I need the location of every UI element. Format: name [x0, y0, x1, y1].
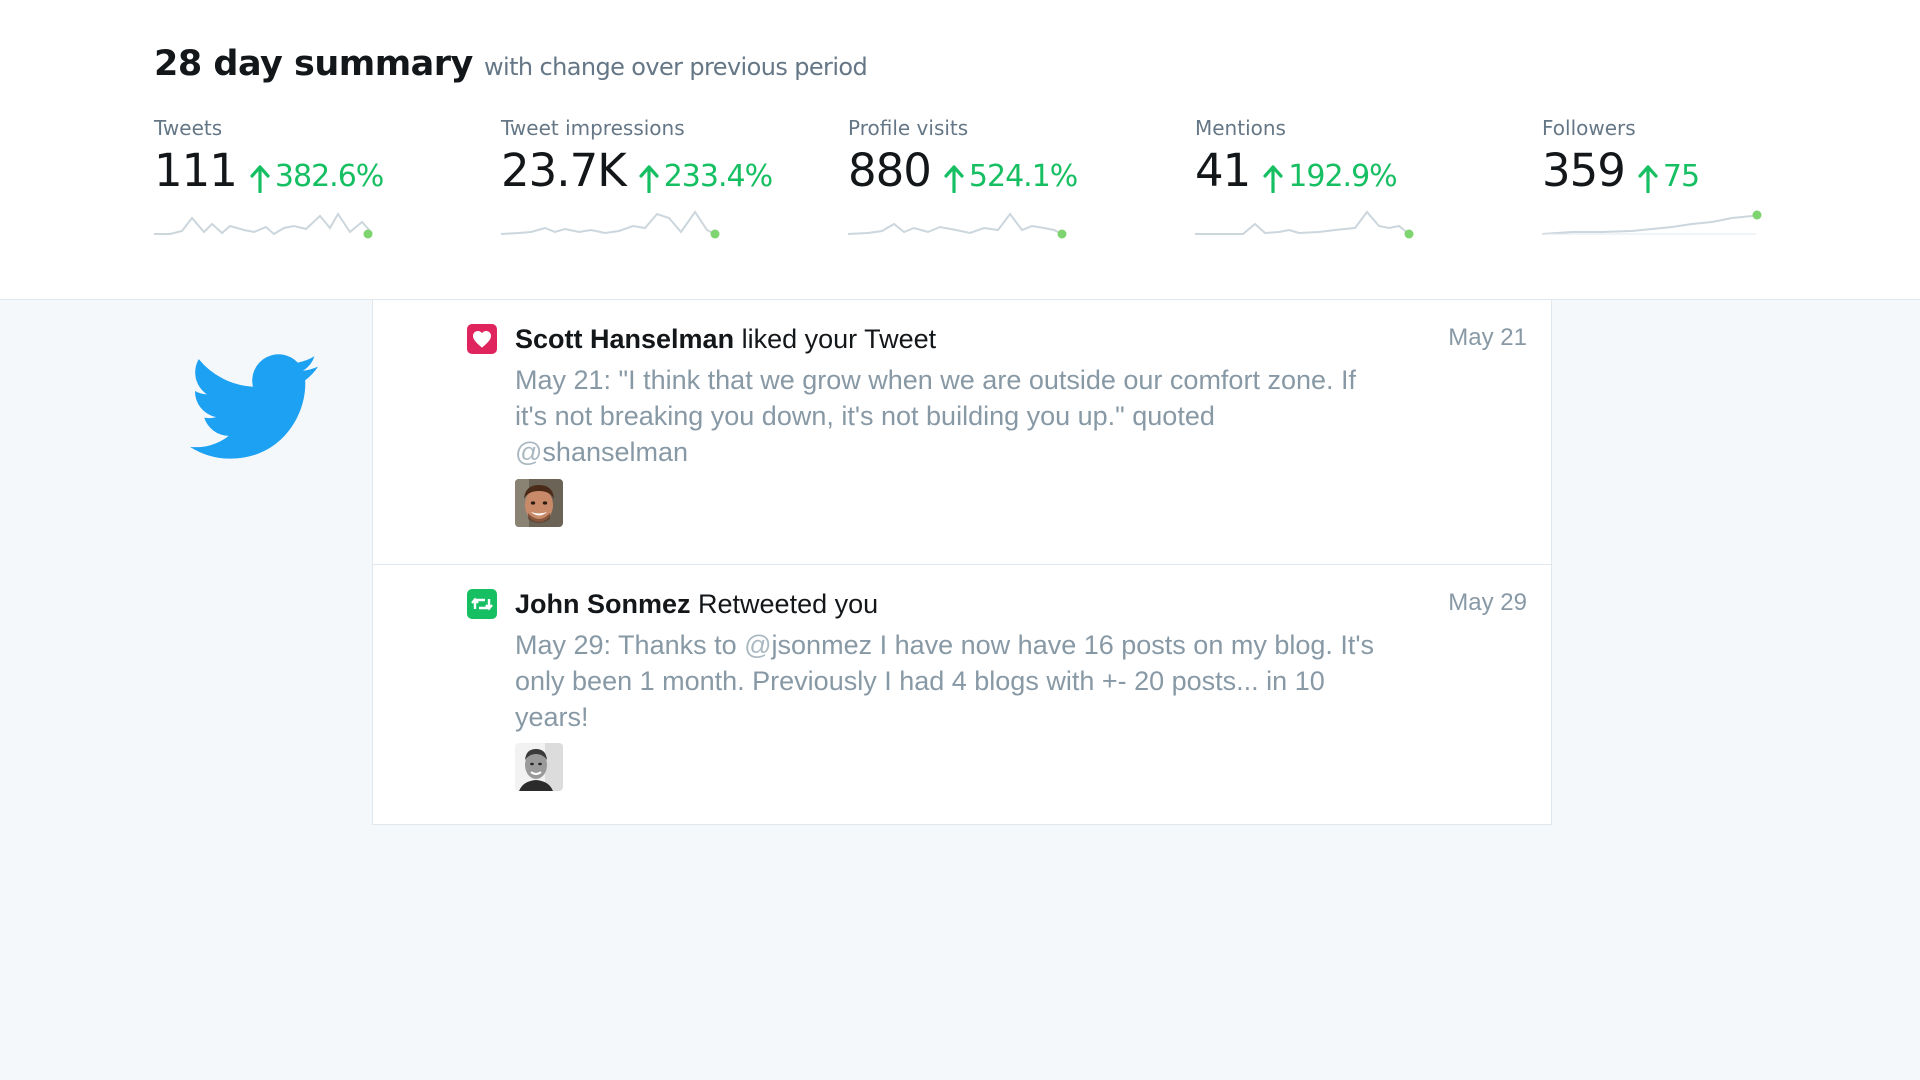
- notification-action: Retweeted you: [698, 589, 879, 619]
- metric-change-value: 75: [1662, 159, 1700, 194]
- mention-at-symbol[interactable]: @: [515, 437, 542, 467]
- summary-subtitle: with change over previous period: [483, 53, 868, 81]
- metric-value: 880: [848, 144, 932, 197]
- tweet-text-before: May 21: "I think that we grow when we ar…: [515, 365, 1356, 431]
- arrow-up-icon: [1638, 164, 1658, 193]
- metric-mentions[interactable]: Mentions 41 192.9%: [1195, 116, 1515, 239]
- arrow-up-icon: [250, 164, 270, 193]
- tweet-text[interactable]: May 29: Thanks to @jsonmez I have now ha…: [515, 627, 1375, 735]
- notification-header: Scott Hanselman liked your Tweet: [515, 324, 936, 355]
- user-name-link[interactable]: John Sonmez: [515, 589, 691, 619]
- metric-impressions[interactable]: Tweet impressions 23.7K 233.4%: [501, 116, 821, 239]
- metric-change: 524.1%: [943, 159, 1078, 194]
- metric-change: 233.4%: [638, 159, 773, 194]
- tweets-sparkline: [154, 212, 373, 239]
- arrow-up-icon: [1263, 164, 1283, 193]
- summary-panel: 28 day summary with change over previous…: [0, 0, 1920, 300]
- profile-visits-sparkline: [848, 212, 1067, 239]
- notification-date: May 21: [1448, 324, 1527, 351]
- metric-change: 75: [1637, 159, 1700, 194]
- retweet-icon: [467, 589, 497, 619]
- metric-value: 41: [1195, 144, 1251, 197]
- summary-title: 28 day summary: [154, 44, 473, 84]
- notification-date: May 29: [1448, 589, 1527, 616]
- metric-tweets[interactable]: Tweets 111 382.6%: [154, 116, 474, 239]
- arrow-up-icon: [944, 164, 964, 193]
- notification-item[interactable]: Scott Hanselman liked your Tweet May 21 …: [373, 300, 1551, 565]
- metric-label: Followers: [1542, 116, 1636, 140]
- avatar[interactable]: [515, 743, 563, 791]
- metric-change: 382.6%: [249, 159, 384, 194]
- metric-label: Tweet impressions: [501, 116, 685, 140]
- metric-change-value: 192.9%: [1288, 159, 1397, 194]
- mention-at-symbol[interactable]: @: [744, 630, 771, 660]
- tweet-text[interactable]: May 21: "I think that we grow when we ar…: [515, 362, 1375, 470]
- notification-item[interactable]: John Sonmez Retweeted you May 29 May 29:…: [373, 565, 1551, 824]
- impressions-sparkline: [501, 210, 720, 239]
- user-name-link[interactable]: Scott Hanselman: [515, 324, 734, 354]
- metric-change-value: 382.6%: [274, 159, 384, 194]
- arrow-up-icon: [639, 164, 659, 193]
- metric-value: 111: [154, 144, 238, 197]
- metric-change: 192.9%: [1262, 159, 1398, 194]
- followers-sparkline: [1542, 210, 1762, 235]
- metric-label: Profile visits: [848, 116, 969, 140]
- notifications-feed: Scott Hanselman liked your Tweet May 21 …: [372, 300, 1552, 825]
- twitter-bird-icon: [190, 354, 319, 459]
- metric-change-value: 233.4%: [663, 159, 773, 194]
- mention-link[interactable]: shanselman: [542, 437, 688, 467]
- avatar[interactable]: [515, 479, 563, 527]
- mentions-sparkline: [1195, 210, 1414, 239]
- john-sonmez-avatar: [515, 743, 563, 791]
- mention-link[interactable]: jsonmez: [772, 630, 873, 660]
- metric-value: 359: [1542, 144, 1626, 197]
- metric-label: Mentions: [1195, 116, 1286, 140]
- metric-profile-visits[interactable]: Profile visits 880 524.1%: [848, 116, 1168, 239]
- metric-change-value: 524.1%: [968, 159, 1078, 194]
- metric-value: 23.7K: [501, 144, 627, 197]
- notification-header: John Sonmez Retweeted you: [515, 589, 878, 620]
- heart-icon: [467, 324, 497, 354]
- scott-hanselman-avatar: [515, 479, 563, 527]
- notification-action: liked your Tweet: [741, 324, 937, 354]
- metric-label: Tweets: [154, 116, 223, 140]
- summary-heading: 28 day summary with change over previous…: [154, 44, 868, 84]
- tweet-text-before: May 29: Thanks to: [515, 630, 745, 660]
- metric-followers[interactable]: Followers 359 75: [1542, 116, 1862, 235]
